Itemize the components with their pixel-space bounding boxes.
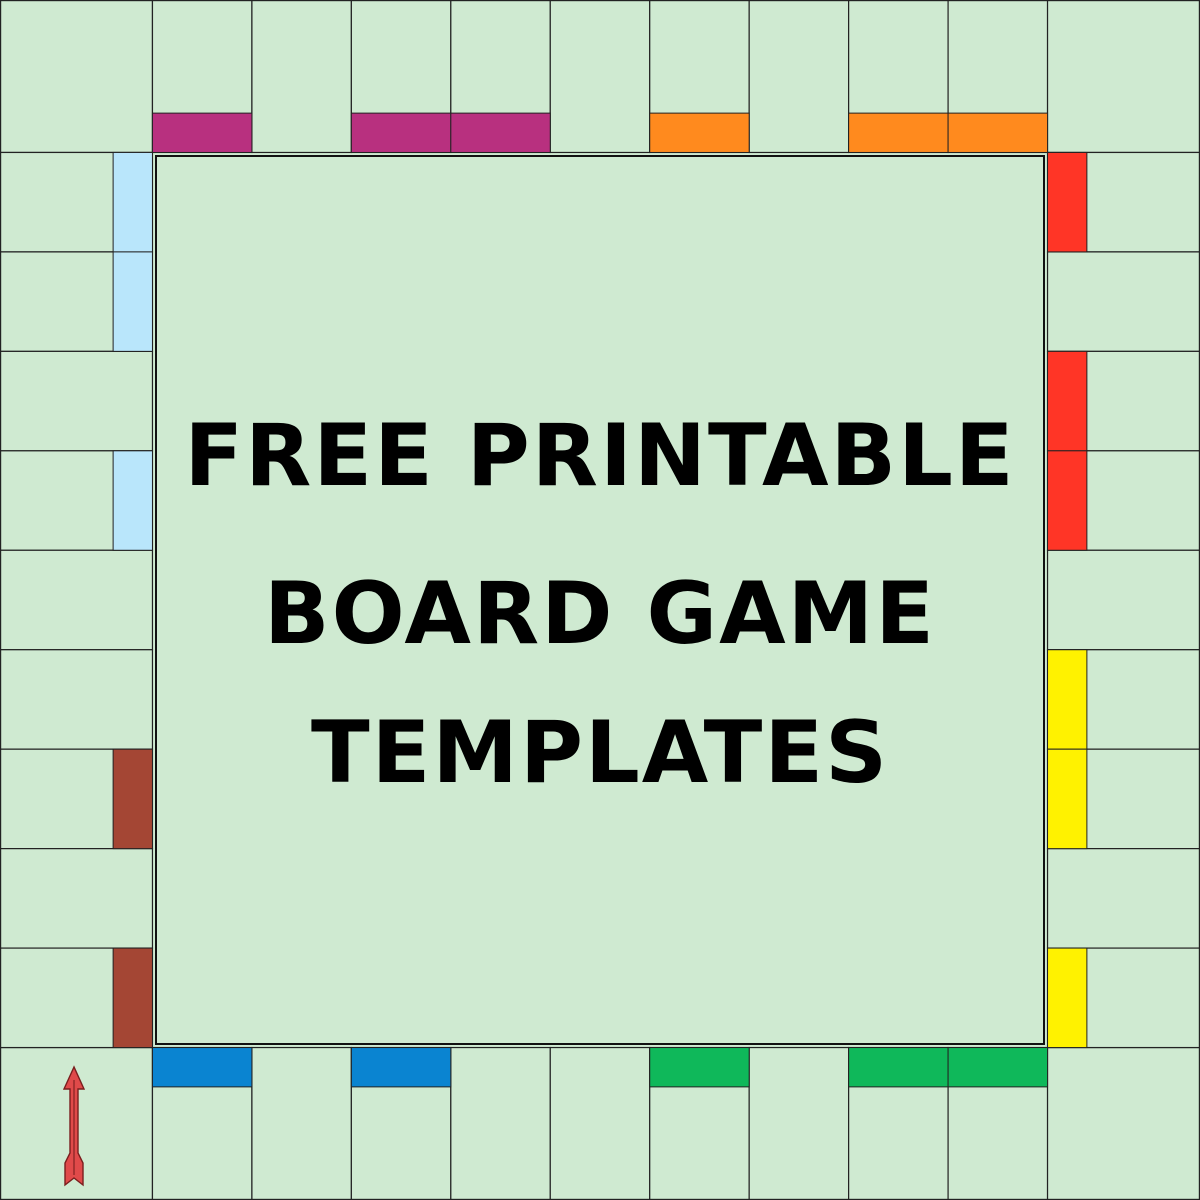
board-space	[0, 848, 154, 949]
color-band	[151, 1047, 253, 1088]
board-space	[549, 0, 651, 154]
board-space	[1046, 549, 1200, 651]
color-band	[112, 450, 153, 551]
color-band	[848, 112, 949, 153]
board-space	[1046, 251, 1200, 352]
color-band	[350, 112, 452, 153]
color-band	[450, 112, 551, 153]
board-space	[0, 649, 154, 750]
board-space	[251, 1046, 352, 1200]
board-space	[748, 0, 850, 154]
color-band	[112, 151, 153, 253]
board-space	[1046, 1046, 1200, 1200]
title-line-1: FREE PRINTABLE	[184, 406, 1015, 506]
color-band	[1047, 151, 1088, 253]
board-space	[748, 1046, 850, 1200]
board-game-template: FREE PRINTABLE BOARD GAME TEMPLATES	[0, 0, 1200, 1200]
color-band	[1047, 350, 1088, 452]
color-band	[112, 947, 153, 1049]
board-canvas: FREE PRINTABLE BOARD GAME TEMPLATES	[0, 0, 1200, 1200]
title-line-3: TEMPLATES	[311, 703, 889, 803]
color-band	[1047, 748, 1088, 850]
color-band	[947, 1047, 1049, 1088]
color-band	[649, 1047, 750, 1088]
color-band	[947, 112, 1049, 153]
color-band	[151, 112, 253, 153]
board-space	[549, 1046, 651, 1200]
board-space	[0, 0, 154, 154]
board-space	[0, 549, 154, 651]
color-band	[649, 112, 750, 153]
board-space	[1046, 0, 1200, 154]
color-band	[350, 1047, 452, 1088]
color-band	[112, 748, 153, 850]
color-band	[112, 251, 153, 352]
board-space	[0, 350, 154, 452]
board-space	[1046, 848, 1200, 949]
title-line-2: BOARD GAME	[264, 564, 936, 664]
board-space	[450, 1046, 551, 1200]
board-space	[251, 0, 352, 154]
color-band	[1047, 649, 1088, 750]
color-band	[1047, 947, 1088, 1049]
color-band	[1047, 450, 1088, 551]
color-band	[848, 1047, 949, 1088]
